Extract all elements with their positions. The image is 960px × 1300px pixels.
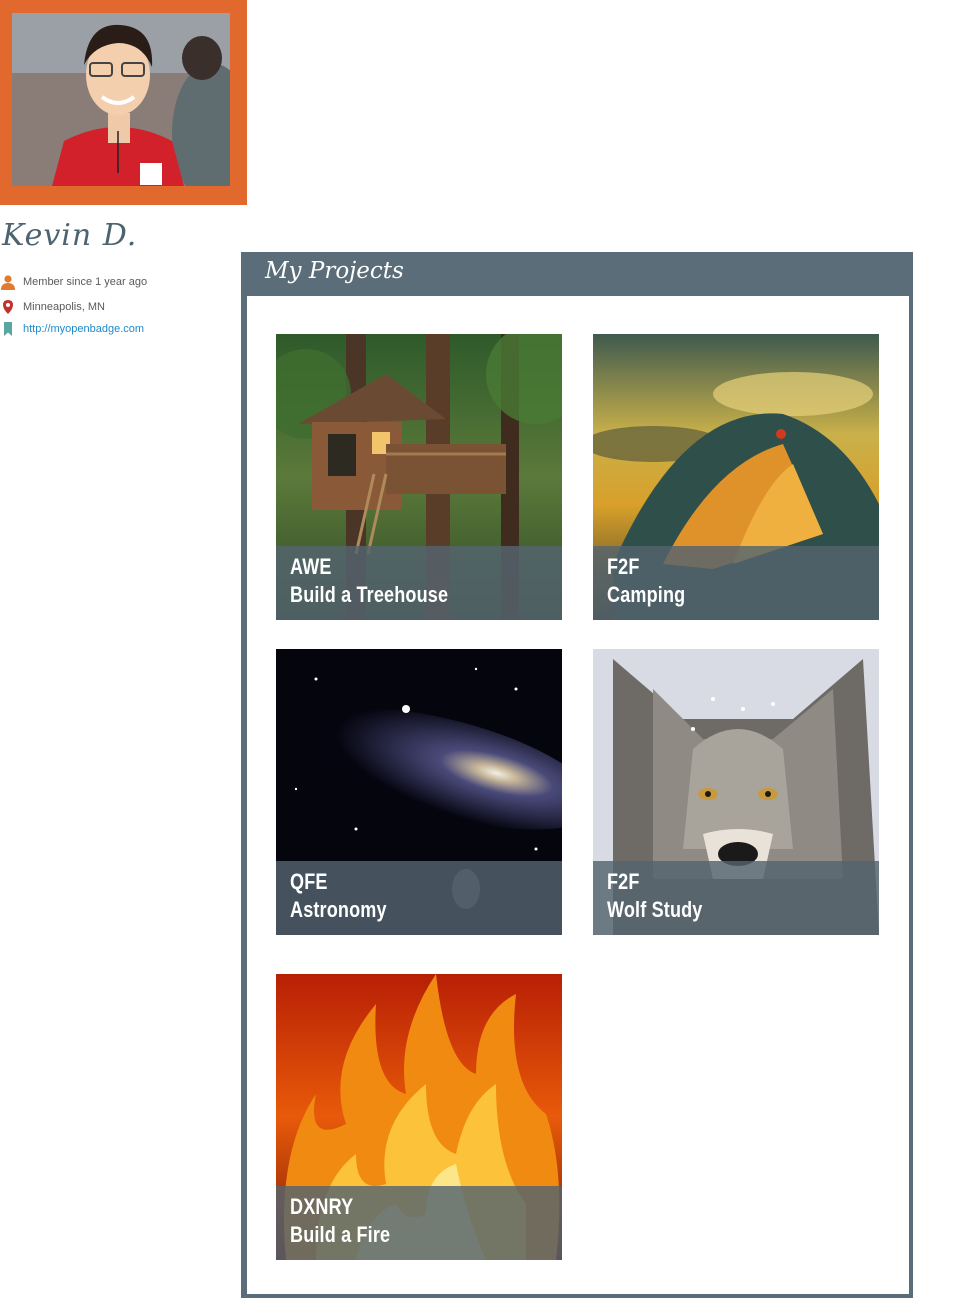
- project-title: Build a Treehouse: [290, 582, 449, 607]
- project-card-camping[interactable]: F2F Camping: [593, 334, 879, 620]
- project-code: F2F: [607, 869, 640, 894]
- project-title: Build a Fire: [290, 1222, 391, 1247]
- website-row: http://myopenbadge.com: [0, 320, 144, 338]
- member-since-row: Member since 1 year ago: [0, 273, 147, 291]
- project-title: Wolf Study: [607, 897, 703, 922]
- person-icon: [0, 274, 16, 290]
- project-caption: AWE Build a Treehouse: [276, 546, 562, 620]
- project-title: Camping: [607, 582, 686, 607]
- project-code: DXNRY: [290, 1194, 354, 1219]
- avatar: [12, 13, 230, 186]
- project-card-treehouse[interactable]: AWE Build a Treehouse: [276, 334, 562, 620]
- projects-panel: My Projects AWE Build a Treehouse F2F Ca…: [241, 252, 913, 1298]
- project-card-wolf-study[interactable]: F2F Wolf Study: [593, 649, 879, 935]
- location-text: Minneapolis, MN: [23, 301, 105, 313]
- bookmark-icon: [0, 321, 16, 337]
- project-caption: F2F Wolf Study: [593, 861, 879, 935]
- project-caption: DXNRY Build a Fire: [276, 1186, 562, 1260]
- project-caption: F2F Camping: [593, 546, 879, 620]
- project-card-build-a-fire[interactable]: DXNRY Build a Fire: [276, 974, 562, 1260]
- avatar-frame: [0, 0, 247, 205]
- project-title: Astronomy: [290, 897, 387, 922]
- project-card-astronomy[interactable]: QFE Astronomy: [276, 649, 562, 935]
- projects-title: My Projects: [265, 258, 404, 284]
- project-code: QFE: [290, 869, 328, 894]
- project-caption: QFE Astronomy: [276, 861, 562, 935]
- profile-name: Kevin D.: [2, 218, 138, 253]
- website-link[interactable]: http://myopenbadge.com: [23, 323, 144, 335]
- map-pin-icon: [0, 299, 16, 315]
- location-row: Minneapolis, MN: [0, 298, 105, 316]
- projects-grid: AWE Build a Treehouse F2F Camping QFE As…: [247, 296, 909, 1294]
- member-since-text: Member since 1 year ago: [23, 276, 148, 288]
- project-code: AWE: [290, 554, 332, 579]
- projects-header: My Projects: [241, 252, 913, 296]
- avatar-photo: [12, 13, 230, 186]
- project-code: F2F: [607, 554, 640, 579]
